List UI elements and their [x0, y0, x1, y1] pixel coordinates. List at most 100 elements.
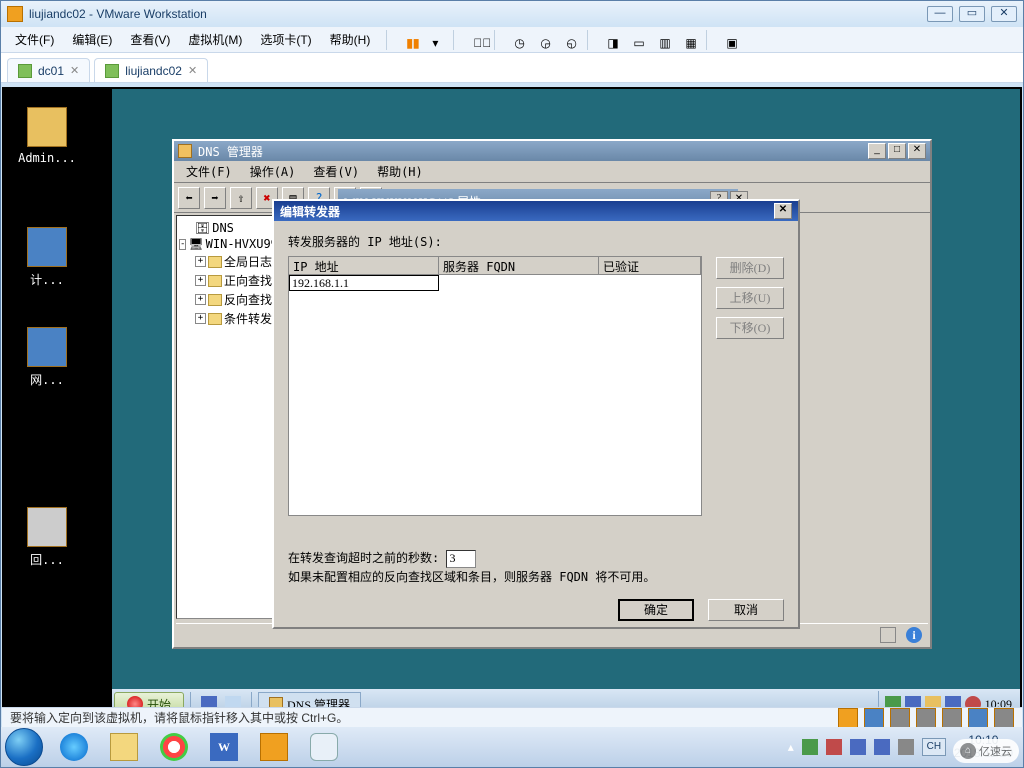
minimize-button[interactable]: —	[927, 6, 953, 22]
tab-dc01[interactable]: dc01 ✕	[7, 58, 90, 82]
revert-icon[interactable]: ◶	[531, 30, 551, 50]
device-icon[interactable]	[838, 708, 858, 728]
language-indicator[interactable]: CH	[922, 738, 946, 756]
ip-input[interactable]	[289, 275, 439, 291]
up-icon[interactable]: ⇧	[230, 187, 252, 209]
dns-title: DNS 管理器	[198, 143, 263, 160]
close-button[interactable]: ✕	[774, 203, 792, 219]
vmware-menubar: 文件(F) 编辑(E) 查看(V) 虚拟机(M) 选项卡(T) 帮助(H) ▮▮…	[1, 27, 1023, 53]
status-text: 要将输入定向到该虚拟机，请将鼠标指针移入其中或按 Ctrl+G。	[10, 709, 348, 726]
vm-icon	[18, 64, 32, 78]
dropdown-icon[interactable]: ▾	[423, 30, 443, 50]
tab-label: liujiandc02	[125, 64, 182, 78]
close-button[interactable]: ✕	[908, 143, 926, 159]
menu-tabs[interactable]: 选项卡(T)	[252, 28, 319, 51]
pinned-explorer[interactable]	[100, 731, 148, 763]
col-validated[interactable]: 已验证	[599, 257, 701, 274]
close-icon[interactable]: ✕	[188, 64, 197, 77]
vm-tabs: dc01 ✕ liujiandc02 ✕	[1, 53, 1023, 83]
unity-icon[interactable]: ▭	[624, 30, 644, 50]
tray-network-icon[interactable]	[874, 739, 890, 755]
device-icon[interactable]	[968, 708, 988, 728]
pause-icon[interactable]: ▮▮	[397, 30, 417, 50]
word-icon: W	[210, 733, 238, 761]
tab-liujiandc02[interactable]: liujiandc02 ✕	[94, 58, 208, 82]
watermark: ⌂亿速云	[953, 739, 1019, 763]
menu-edit[interactable]: 编辑(E)	[64, 28, 120, 51]
pinned-vmware[interactable]	[250, 731, 298, 763]
desktop-icon-network[interactable]: 网...	[12, 327, 82, 388]
col-ip[interactable]: IP 地址	[289, 257, 439, 274]
vmware-icon	[7, 6, 23, 22]
dialog-titlebar[interactable]: 编辑转发器 ✕	[274, 201, 798, 221]
minimize-button[interactable]: _	[868, 143, 886, 159]
grid-row	[289, 275, 701, 293]
edit-forwarders-dialog: 编辑转发器 ✕ 转发服务器的 IP 地址(S): IP 地址 服务器 FQDN …	[272, 199, 800, 629]
tray-volume-icon[interactable]	[898, 739, 914, 755]
forwarder-ip-label: 转发服务器的 IP 地址(S):	[288, 233, 784, 250]
maximize-button[interactable]: ▭	[959, 6, 985, 22]
ie-icon	[60, 733, 88, 761]
tray-icon[interactable]	[826, 739, 842, 755]
pinned-word[interactable]: W	[200, 731, 248, 763]
guest-viewport[interactable]: DNS 管理器 _ □ ✕ 文件(F) 操作(A) 查看(V) 帮助(H) ⬅	[2, 87, 1022, 721]
start-orb[interactable]	[5, 728, 43, 766]
view1-icon[interactable]: ▥	[650, 30, 670, 50]
dns-menubar: 文件(F) 操作(A) 查看(V) 帮助(H)	[174, 161, 930, 183]
ok-button[interactable]: 确定	[618, 599, 694, 621]
timeout-label: 在转发查询超时之前的秒数:	[288, 551, 439, 565]
snapshot-icon[interactable]: ◷	[505, 30, 525, 50]
paint-icon	[310, 733, 338, 761]
dns-titlebar[interactable]: DNS 管理器 _ □ ✕	[174, 141, 930, 161]
menu-help[interactable]: 帮助(H)	[322, 28, 379, 51]
host-titlebar: liujiandc02 - VMware Workstation — ▭ ✕	[1, 1, 1023, 27]
maximize-button[interactable]: □	[888, 143, 906, 159]
move-up-button[interactable]: 上移(U)	[716, 287, 784, 309]
timeout-input[interactable]: 3	[446, 550, 476, 568]
pinned-chrome[interactable]	[150, 731, 198, 763]
device-icon[interactable]	[942, 708, 962, 728]
vmware-icon	[260, 733, 288, 761]
pinned-ie[interactable]	[50, 731, 98, 763]
guest-desktop[interactable]: DNS 管理器 _ □ ✕ 文件(F) 操作(A) 查看(V) 帮助(H) ⬅	[112, 89, 1020, 719]
device-icon[interactable]	[890, 708, 910, 728]
separator	[494, 30, 495, 50]
menu-view[interactable]: 查看(V)	[305, 161, 367, 182]
close-icon[interactable]: ✕	[70, 64, 79, 77]
tab-label: dc01	[38, 64, 64, 78]
dialog-title: 编辑转发器	[280, 203, 340, 220]
tray-icon[interactable]	[802, 739, 818, 755]
desktop-icon-admin[interactable]: Admin...	[12, 107, 82, 165]
menu-file[interactable]: 文件(F)	[7, 28, 62, 51]
host-taskbar: W ▴ CH 10:102018/11/20	[1, 727, 1023, 767]
device-icon[interactable]	[864, 708, 884, 728]
menu-vm[interactable]: 虚拟机(M)	[180, 28, 250, 51]
info-icon[interactable]: i	[906, 627, 922, 643]
send-cad-icon[interactable]: �⃣	[464, 30, 484, 50]
menu-view[interactable]: 查看(V)	[122, 28, 178, 51]
grid-header: IP 地址 服务器 FQDN 已验证	[289, 257, 701, 275]
manage-snap-icon[interactable]: ◵	[557, 30, 577, 50]
desktop-icon-recycle[interactable]: 回...	[12, 507, 82, 568]
menu-action[interactable]: 操作(A)	[242, 161, 304, 182]
folder-icon	[110, 733, 138, 761]
fullscreen-icon[interactable]: ◨	[598, 30, 618, 50]
back-icon[interactable]: ⬅	[178, 187, 200, 209]
library-icon[interactable]: ▣	[717, 30, 737, 50]
tray-icon[interactable]	[850, 739, 866, 755]
view2-icon[interactable]: ▦	[676, 30, 696, 50]
menu-help[interactable]: 帮助(H)	[369, 161, 431, 182]
device-icon[interactable]	[994, 708, 1014, 728]
pinned-paint[interactable]	[300, 731, 348, 763]
desktop-icon-computer[interactable]: 计...	[12, 227, 82, 288]
cancel-button[interactable]: 取消	[708, 599, 784, 621]
close-button[interactable]: ✕	[991, 6, 1017, 22]
menu-file[interactable]: 文件(F)	[178, 161, 240, 182]
device-icon[interactable]	[916, 708, 936, 728]
delete-button[interactable]: 删除(D)	[716, 257, 784, 279]
move-down-button[interactable]: 下移(O)	[716, 317, 784, 339]
col-fqdn[interactable]: 服务器 FQDN	[439, 257, 599, 274]
separator	[453, 30, 454, 50]
separator	[386, 30, 387, 50]
forward-icon[interactable]: ➡	[204, 187, 226, 209]
